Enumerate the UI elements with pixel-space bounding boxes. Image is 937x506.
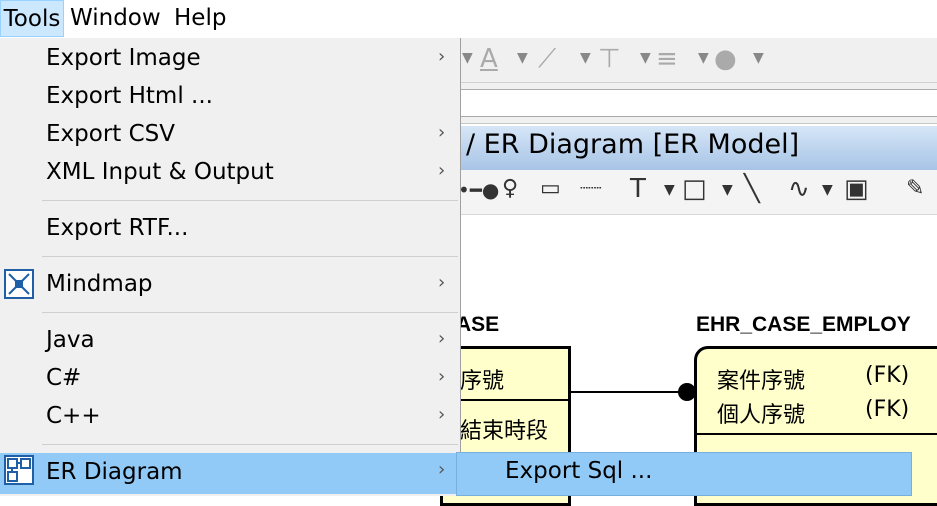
menu-item-export-image[interactable]: Export Image ›: [0, 41, 460, 79]
menu-item-export-rtf[interactable]: Export RTF...: [0, 211, 460, 249]
entity-title: ASE: [456, 313, 500, 336]
dropdown-arrow-icon[interactable]: ▼: [462, 50, 473, 66]
mindmap-icon: [4, 269, 34, 299]
menu-item-label: Export Html ...: [46, 83, 213, 109]
entity-key: (FK): [865, 397, 910, 422]
note-icon[interactable]: ▭: [540, 176, 561, 201]
relation-icon[interactable]: •━●: [458, 178, 499, 202]
connector-icon[interactable]: ⟋: [538, 44, 556, 75]
menu-window[interactable]: Window: [68, 0, 163, 37]
entity-divider: [443, 399, 571, 401]
curve-icon[interactable]: ∿: [788, 174, 810, 204]
dropdown-arrow-icon[interactable]: ▼: [822, 182, 833, 198]
menu-item-csharp[interactable]: C# ›: [0, 361, 460, 399]
diagram-title: / ER Diagram [ER Model]: [466, 129, 800, 160]
menu-item-label: Export CSV: [46, 121, 175, 147]
submenu-arrow-icon: ›: [438, 46, 446, 67]
menu-item-label: XML Input & Output: [46, 159, 274, 185]
diagram-title-bar: / ER Diagram [ER Model]: [460, 126, 937, 170]
menu-item-java[interactable]: Java ›: [0, 323, 460, 361]
menu-item-mindmap[interactable]: Mindmap ›: [0, 267, 460, 305]
menu-bar: Tools Window Help: [0, 0, 937, 38]
menu-item-label: ER Diagram: [46, 459, 183, 485]
dropdown-arrow-icon[interactable]: ▼: [517, 50, 528, 66]
entity-attribute: 結束時段: [460, 419, 549, 444]
entity-title: EHR_CASE_EMPLOY: [696, 313, 911, 336]
menu-item-export-csv[interactable]: Export CSV ›: [0, 117, 460, 155]
dropdown-arrow-icon[interactable]: ▼: [664, 182, 675, 198]
font-color-icon[interactable]: A: [480, 44, 498, 74]
menu-separator: [42, 444, 458, 445]
menu-item-label: Export RTF...: [46, 215, 189, 241]
address-bar: [460, 83, 937, 124]
diagram-toolbar: •━● ♀ ▭ ┈┈ T ▼ □ ▼ ╲ ∿ ▼ ▣ ✎: [458, 170, 937, 215]
submenu-arrow-icon: ›: [438, 366, 446, 387]
dropdown-arrow-icon[interactable]: ▼: [640, 50, 651, 66]
entity-attribute: 個人序號: [717, 403, 806, 428]
entity-attribute: 序號: [460, 369, 505, 394]
entity-divider: [697, 433, 937, 435]
menu-item-label: Java: [46, 327, 95, 353]
submenu-arrow-icon: ›: [438, 160, 446, 181]
dropdown-arrow-icon[interactable]: ▼: [580, 50, 591, 66]
menu-item-label: C#: [46, 365, 82, 391]
dropdown-arrow-icon[interactable]: ▼: [698, 50, 709, 66]
menu-item-label: Export Image: [46, 45, 201, 71]
actor-icon[interactable]: ♀: [502, 176, 518, 201]
menu-tools[interactable]: Tools: [0, 0, 64, 37]
submenu-arrow-icon: ›: [438, 404, 446, 425]
format-toolbar: ▼ A ▼ ⟋ ▼ ⊤ ▼ ≡ ▼ ● ▼: [460, 38, 937, 83]
relationship-line[interactable]: [571, 391, 691, 393]
menu-help[interactable]: Help: [172, 0, 228, 37]
smiley-icon[interactable]: ●: [714, 44, 737, 74]
submenu-arrow-icon: ›: [438, 272, 446, 293]
address-field[interactable]: [460, 89, 937, 117]
submenu-arrow-icon: ›: [438, 459, 446, 480]
menu-item-er-diagram[interactable]: ER Diagram ›: [0, 453, 460, 494]
menu-item-export-html[interactable]: Export Html ...: [0, 79, 460, 117]
dotted-line-icon[interactable]: ┈┈: [580, 178, 602, 199]
pin-icon[interactable]: ✎: [906, 176, 924, 201]
line-icon[interactable]: ╲: [744, 174, 760, 204]
align-icon[interactable]: ≡: [656, 44, 678, 74]
tools-menu: Export Image › Export Html ... Export CS…: [0, 38, 461, 496]
menu-separator: [42, 256, 458, 257]
entity-attribute: 案件序號: [717, 369, 806, 394]
menu-item-label: C++: [46, 403, 101, 429]
menu-item-cpp[interactable]: C++ ›: [0, 399, 460, 437]
hierarchy-icon[interactable]: ⊤: [598, 44, 621, 74]
menu-separator: [42, 200, 458, 201]
rectangle-icon[interactable]: □: [682, 174, 707, 204]
dropdown-arrow-icon[interactable]: ▼: [753, 50, 764, 66]
text-icon[interactable]: T: [630, 174, 646, 204]
menu-item-label: Mindmap: [46, 271, 153, 297]
er-diagram-icon: [4, 455, 34, 485]
menu-item-export-sql[interactable]: Export Sql ...: [505, 458, 652, 484]
image-icon[interactable]: ▣: [844, 174, 869, 204]
menu-item-xml-input-output[interactable]: XML Input & Output ›: [0, 155, 460, 193]
submenu-arrow-icon: ›: [438, 122, 446, 143]
er-diagram-submenu: Export Sql ...: [456, 452, 912, 496]
entity-key: (FK): [865, 363, 910, 388]
dropdown-arrow-icon[interactable]: ▼: [722, 182, 733, 198]
submenu-arrow-icon: ›: [438, 328, 446, 349]
menu-separator: [42, 312, 458, 313]
